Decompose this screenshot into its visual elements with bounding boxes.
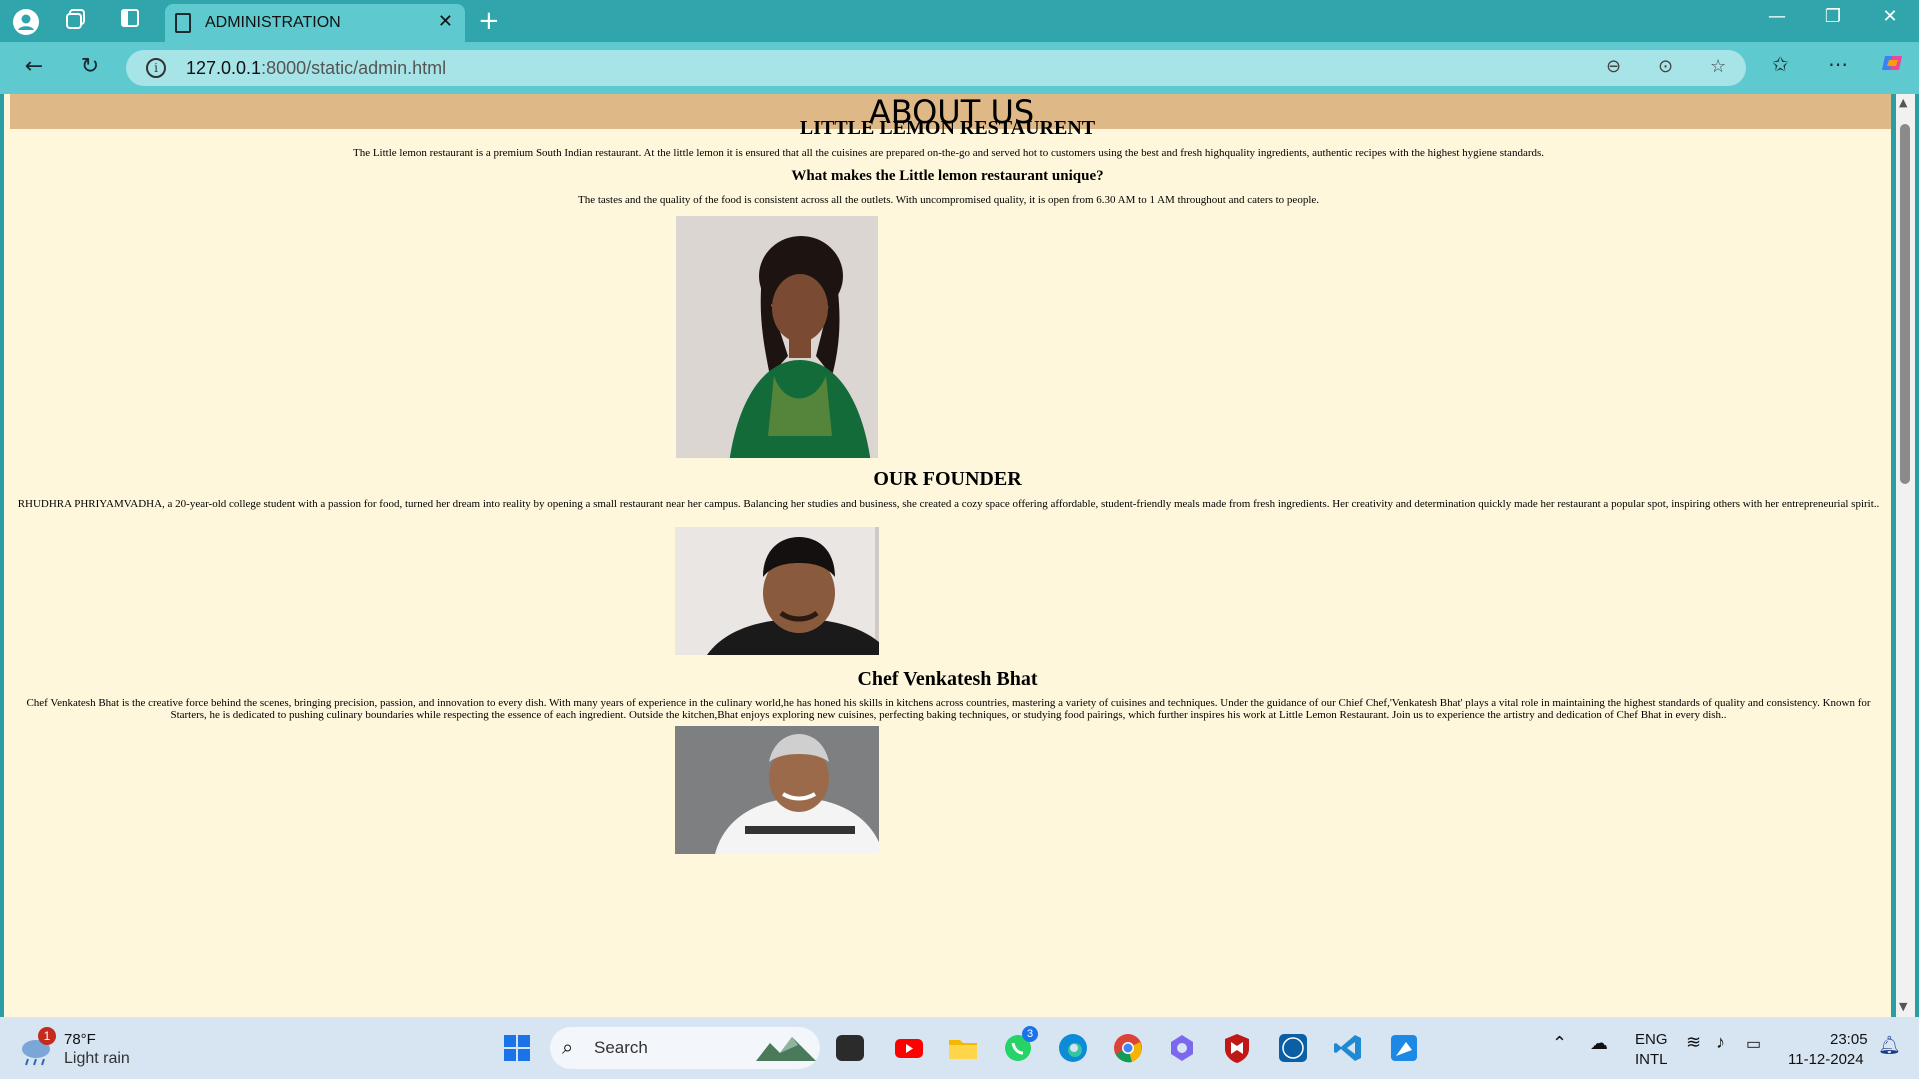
language-top[interactable]: ENG [1635,1031,1668,1048]
vscode-icon[interactable] [1332,1032,1364,1064]
browser-titlebar: ADMINISTRATION ✕ + — ❐ ✕ [0,0,1919,42]
address-bar[interactable]: i 127.0.0.1:8000/static/admin.html ⊖ ⊙ ☆ [126,50,1746,86]
chef-heading: Chef Venkatesh Bhat [857,668,1038,690]
mcafee-icon[interactable] [1221,1032,1253,1064]
task-view-icon[interactable] [836,1035,864,1061]
intro-paragraph: The Little lemon restaurant is a premium… [352,147,1545,159]
close-tab-icon[interactable]: ✕ [438,11,453,32]
chef-paragraph: Chef Venkatesh Bhat is the creative forc… [26,697,1871,721]
page-viewport: ABOUT US LITTLE LEMON RESTAURENT The Lit… [4,94,1891,1017]
search-icon: ⌕ [562,1035,574,1059]
clock-time[interactable]: 23:05 [1830,1031,1868,1048]
tab-actions-icon[interactable] [116,8,144,34]
founder-paragraph: RHUDHRA PHRIYAMVADHA, a 20-year-old coll… [17,498,1880,510]
clock-date[interactable]: 11-12-2024 [1788,1051,1864,1068]
youtube-icon[interactable] [893,1032,925,1064]
search-placeholder: Search [594,1038,648,1057]
notification-bell-icon[interactable]: 🔔︎ [1878,1035,1901,1056]
weather-badge: 1 [38,1027,56,1045]
weather-desc: Light rain [64,1050,130,1067]
whatsapp-badge: 3 [1022,1026,1038,1042]
tab-title: ADMINISTRATION [205,14,341,31]
close-window-button[interactable]: ✕ [1870,6,1910,27]
profile-icon[interactable] [12,8,40,35]
weather-temp: 78°F [64,1031,96,1048]
more-options-icon[interactable]: ⋯ [1828,52,1848,76]
chrome-icon[interactable] [1112,1032,1144,1064]
scroll-down-icon[interactable]: ▼ [1899,1000,1907,1013]
url-text: 127.0.0.1:8000/static/admin.html [186,58,447,78]
whatsapp-icon[interactable]: 3 [1002,1026,1038,1064]
back-arrow-icon[interactable]: ← [18,54,50,79]
page-icon [175,13,191,33]
scroll-up-icon[interactable]: ▲ [1899,96,1907,109]
volume-icon[interactable]: ♪ [1716,1032,1725,1053]
windows-start-icon[interactable] [501,1032,533,1064]
language-bottom[interactable]: INTL [1635,1051,1668,1068]
site-info-icon[interactable]: i [146,58,166,78]
battery-icon[interactable]: ▭ [1746,1034,1761,1054]
tab-administration[interactable]: ADMINISTRATION ✕ [165,4,465,42]
show-hidden-icons-icon[interactable]: ⌃ [1552,1033,1567,1054]
founder-photo [676,216,878,458]
chef-photo-2 [675,726,879,1017]
copilot-app-icon[interactable] [1166,1032,1198,1064]
minimize-button[interactable]: — [1757,6,1797,27]
search-highlight-icon [756,1037,816,1061]
taskbar: 1 78°F Light rain ⌕ Search 3 ⌃ ☁ ENG INT… [0,1017,1919,1079]
taskbar-search[interactable]: ⌕ Search [550,1027,820,1069]
restaurant-title: LITTLE LEMON RESTAURENT [799,117,1096,139]
paint-app-icon[interactable] [1388,1032,1420,1064]
favorite-star-icon[interactable]: ☆ [1710,56,1726,77]
refresh-icon[interactable]: ↻ [74,54,106,79]
browser-navbar: ← ↻ i 127.0.0.1:8000/static/admin.html ⊖… [0,42,1919,94]
unique-heading: What makes the Little lemon restaurant u… [791,168,1104,184]
file-explorer-icon[interactable] [947,1032,979,1064]
onedrive-icon[interactable]: ☁ [1590,1033,1608,1054]
founder-heading: OUR FOUNDER [873,468,1022,490]
restore-button[interactable]: ❐ [1813,6,1853,27]
weather-widget[interactable]: 1 78°F Light rain [18,1027,138,1071]
chef-venkatesh-photo [675,527,879,655]
edge-browser-icon[interactable] [1057,1032,1089,1064]
scroll-thumb[interactable] [1900,124,1910,484]
workspaces-icon[interactable] [62,8,90,34]
zoom-icon[interactable]: ⊖ [1606,56,1621,77]
favorites-icon[interactable]: ✩ [1772,52,1789,76]
dell-icon[interactable] [1277,1032,1309,1064]
wifi-icon[interactable]: ≋ [1686,1032,1701,1053]
copilot-icon[interactable] [1880,50,1906,81]
read-aloud-icon[interactable]: ⊙ [1658,56,1673,77]
unique-paragraph: The tastes and the quality of the food i… [577,194,1320,206]
page-scrollbar[interactable]: ▲ ▼ [1896,94,1915,1017]
new-tab-button[interactable]: + [478,6,500,36]
